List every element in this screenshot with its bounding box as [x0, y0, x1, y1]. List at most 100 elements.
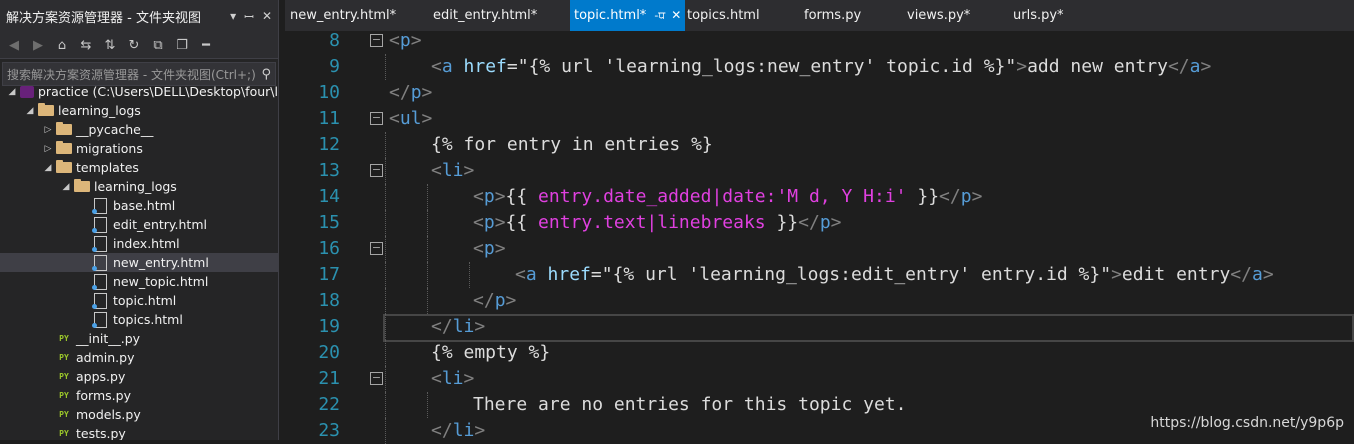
- tree-item[interactable]: edit_entry.html: [0, 215, 278, 234]
- tree-item[interactable]: PY forms.py: [0, 386, 278, 405]
- code-token: <: [515, 264, 526, 285]
- folder-icon: [56, 160, 72, 173]
- solution-icon: [20, 85, 34, 98]
- code-line: 18 </p>: [285, 288, 1354, 314]
- pin-icon[interactable]: ꟷ: [244, 8, 254, 25]
- tree-item[interactable]: PY apps.py: [0, 367, 278, 386]
- fold-toggle-icon[interactable]: −: [370, 372, 383, 385]
- solution-explorer-panel: 解决方案资源管理器 - 文件夹视图 ▾ ꟷ ✕ ◀ ▶ ⌂ ⇆ ⇅ ↻ ⧉ ❐ …: [0, 0, 279, 440]
- collapsed-arrow-icon[interactable]: ▷: [42, 125, 54, 135]
- editor-tab[interactable]: topics.html: [687, 0, 760, 31]
- tree-item[interactable]: ◢ templates: [0, 158, 278, 177]
- tree-item[interactable]: ◢ practice (C:\Users\DELL\Desktop\four\l: [0, 82, 278, 101]
- editor-tab[interactable]: topic.html* -ਧ ✕: [570, 0, 686, 31]
- editor-tab[interactable]: forms.py: [804, 0, 861, 31]
- home-icon[interactable]: ⌂: [54, 38, 70, 53]
- expanded-arrow-icon[interactable]: ◢: [42, 163, 54, 173]
- tab-close-icon[interactable]: ✕: [671, 8, 681, 22]
- line-number: 23: [318, 420, 340, 441]
- tree-item[interactable]: ▷ __pycache__: [0, 120, 278, 139]
- tree-item[interactable]: PY __init__.py: [0, 329, 278, 348]
- html-file-icon: [92, 235, 107, 252]
- tree-item[interactable]: topic.html: [0, 291, 278, 310]
- fold-toggle-icon[interactable]: −: [370, 112, 383, 125]
- close-icon[interactable]: ✕: [262, 9, 272, 23]
- code-line: 17 <a href="{% url 'learning_logs:edit_en…: [285, 262, 1354, 288]
- code-token: </: [939, 186, 961, 207]
- code-token: >: [1111, 264, 1122, 285]
- window-dropdown-icon[interactable]: ▾: [230, 9, 236, 23]
- tree-item-label: index.html: [113, 236, 180, 251]
- python-file-icon: PY: [59, 333, 69, 343]
- tab-label: urls.py*: [1013, 8, 1064, 23]
- sync-icon[interactable]: ⇅: [102, 38, 118, 53]
- forward-icon[interactable]: ▶: [30, 38, 46, 53]
- editor-tab[interactable]: edit_entry.html*: [433, 0, 537, 31]
- code-token: >: [1262, 264, 1274, 285]
- tree-item[interactable]: topics.html: [0, 310, 278, 329]
- indent-guide: [427, 210, 428, 236]
- fold-toggle-icon[interactable]: −: [370, 34, 383, 47]
- folder-icon: [38, 103, 54, 116]
- code-token: {{: [505, 212, 539, 233]
- solution-explorer-title: 解决方案资源管理器 - 文件夹视图: [6, 10, 201, 26]
- code-text: There are no entries for this topic yet.: [473, 392, 906, 418]
- code-text: <a href="{% url 'learning_logs:new_entry…: [431, 54, 1211, 80]
- properties-icon[interactable]: ━: [198, 38, 214, 53]
- editor-tab[interactable]: urls.py*: [1013, 0, 1064, 31]
- show-all-files-icon[interactable]: ❐: [174, 38, 190, 53]
- indent-guide: [385, 158, 386, 184]
- tab-label: topics.html: [687, 8, 760, 23]
- code-token: p: [483, 212, 495, 233]
- tree-item[interactable]: index.html: [0, 234, 278, 253]
- tree-item[interactable]: PY models.py: [0, 405, 278, 424]
- indent-guide: [427, 184, 428, 210]
- code-token: <: [473, 212, 484, 233]
- tree-item[interactable]: ◢ learning_logs: [0, 177, 278, 196]
- code-editor[interactable]: 8− <p> 9 <a href="{% url 'learning_logs:new…: [285, 30, 1354, 444]
- tab-pin-icon[interactable]: -ਧ: [654, 9, 665, 22]
- collapse-all-icon[interactable]: ⧉: [150, 38, 166, 53]
- indent-guide: [385, 184, 386, 210]
- back-icon[interactable]: ◀: [6, 38, 22, 53]
- code-token: >: [1016, 56, 1028, 77]
- tree-item[interactable]: base.html: [0, 196, 278, 215]
- code-token: >: [505, 290, 517, 311]
- code-text: <li>: [431, 158, 474, 184]
- code-token: entry.date_added|date:'M d, Y H:i': [538, 186, 907, 207]
- switch-views-icon[interactable]: ⇆: [78, 38, 94, 53]
- fold-toggle-icon[interactable]: −: [370, 242, 383, 255]
- code-line: 10 </p>: [285, 80, 1354, 106]
- tree-item[interactable]: PY admin.py: [0, 348, 278, 367]
- expanded-arrow-icon[interactable]: ◢: [6, 87, 18, 97]
- indent-guide: [385, 262, 386, 288]
- tree-item[interactable]: ▷ migrations: [0, 139, 278, 158]
- code-token: </: [431, 316, 453, 337]
- code-token: p: [399, 30, 411, 51]
- code-token: </: [389, 82, 411, 103]
- refresh-icon[interactable]: ↻: [126, 38, 142, 53]
- fold-toggle-icon[interactable]: −: [370, 164, 383, 177]
- editor-tab[interactable]: views.py*: [907, 0, 970, 31]
- tree-item-label: forms.py: [76, 388, 131, 403]
- expanded-arrow-icon[interactable]: ◢: [60, 182, 72, 192]
- tree-item[interactable]: new_topic.html: [0, 272, 278, 291]
- editor-tab[interactable]: new_entry.html*: [290, 0, 396, 31]
- search-icon[interactable]: ⚲: [261, 67, 271, 82]
- code-token: >: [421, 108, 433, 129]
- tree-item-label: models.py: [76, 407, 141, 422]
- tree-item-label: learning_logs: [58, 103, 141, 118]
- tree-item[interactable]: ◢ learning_logs: [0, 101, 278, 120]
- python-file-icon: PY: [59, 428, 69, 438]
- line-number: 21: [318, 368, 340, 389]
- code-token: p: [960, 186, 972, 207]
- line-number: 17: [318, 264, 340, 285]
- code-token: p: [819, 212, 831, 233]
- expanded-arrow-icon[interactable]: ◢: [24, 106, 36, 116]
- tree-item[interactable]: new_entry.html: [0, 253, 278, 272]
- code-token: <: [389, 108, 400, 129]
- code-token: <: [473, 186, 484, 207]
- tree-item[interactable]: PY tests.py: [0, 424, 278, 440]
- collapsed-arrow-icon[interactable]: ▷: [42, 144, 54, 154]
- code-token: a: [1189, 56, 1201, 77]
